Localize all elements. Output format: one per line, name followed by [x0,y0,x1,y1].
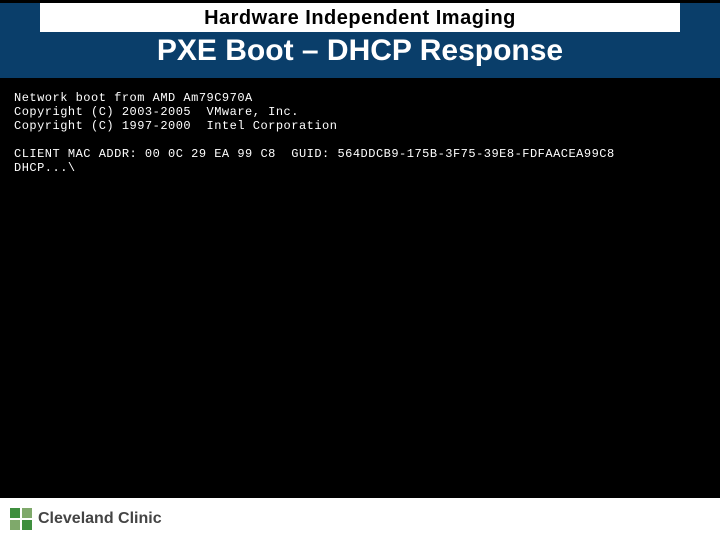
slide-subtitle: Hardware Independent Imaging [0,3,720,32]
divider [0,490,720,498]
slide: Hardware Independent Imaging PXE Boot – … [0,0,720,540]
pxe-console: Network boot from AMD Am79C970A Copyrigh… [6,81,714,441]
slide-header: Hardware Independent Imaging PXE Boot – … [0,0,720,81]
slide-title: PXE Boot – DHCP Response [30,32,690,78]
slide-footer: Cleveland Clinic [0,498,720,540]
org-logo: Cleveland Clinic [10,508,162,530]
org-name: Cleveland Clinic [38,510,162,528]
console-line: Network boot from AMD Am79C970A [14,91,253,105]
console-line: Copyright (C) 1997-2000 Intel Corporatio… [14,119,337,133]
console-line: Copyright (C) 2003-2005 VMware, Inc. [14,105,299,119]
console-line: CLIENT MAC ADDR: 00 0C 29 EA 99 C8 GUID:… [14,147,615,161]
logo-mark-icon [10,508,32,530]
console-line: DHCP...\ [14,161,76,175]
